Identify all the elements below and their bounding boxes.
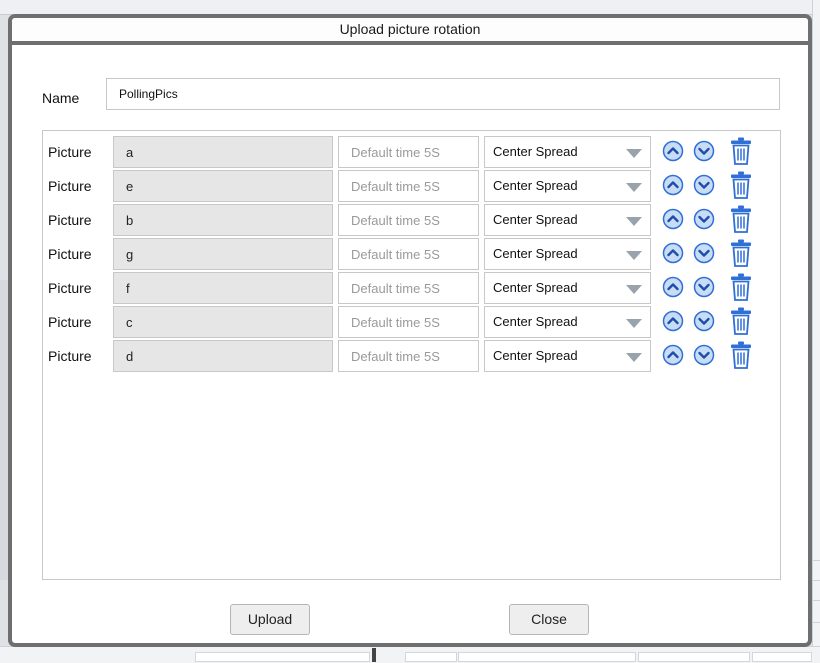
background-app-edge [0,280,8,580]
trash-icon[interactable] [730,340,752,370]
transition-mode-value: Center Spread [493,144,578,159]
transition-mode-value: Center Spread [493,246,578,261]
background-divider [812,622,820,623]
picture-row-label: Picture [48,144,92,160]
dropdown-triangle-icon[interactable] [626,319,642,328]
transition-mode-value: Center Spread [493,178,578,193]
chevron-up-circle-icon[interactable] [662,310,684,332]
background-cell [195,652,370,662]
picture-row: Picture b Default time 5S Center Spread [43,204,780,236]
picture-row: Picture g Default time 5S Center Spread [43,238,780,270]
chevron-down-circle-icon[interactable] [693,310,715,332]
trash-icon[interactable] [730,136,752,166]
display-time-input[interactable]: Default time 5S [338,136,479,168]
picture-name-field[interactable]: c [113,306,333,338]
background-divider [812,580,820,581]
trash-icon[interactable] [730,170,752,200]
picture-list-panel: Picture a Default time 5S Center Spread … [42,130,781,580]
transition-mode-value: Center Spread [493,314,578,329]
picture-row: Picture c Default time 5S Center Spread [43,306,780,338]
chevron-up-circle-icon[interactable] [662,174,684,196]
transition-mode-select[interactable]: Center Spread [484,204,651,236]
background-app-side [812,0,820,662]
transition-mode-select[interactable]: Center Spread [484,136,651,168]
dropdown-triangle-icon[interactable] [626,183,642,192]
background-divider [812,560,820,561]
display-time-input[interactable]: Default time 5S [338,272,479,304]
transition-mode-value: Center Spread [493,348,578,363]
background-cell [752,652,812,662]
background-cell [458,652,636,662]
dropdown-triangle-icon[interactable] [626,353,642,362]
background-cell [405,652,457,662]
trash-icon[interactable] [730,238,752,268]
picture-row: Picture a Default time 5S Center Spread [43,136,780,168]
chevron-down-circle-icon[interactable] [693,276,715,298]
transition-mode-select[interactable]: Center Spread [484,340,651,372]
dropdown-triangle-icon[interactable] [626,285,642,294]
upload-picture-rotation-dialog: Upload picture rotation Name PollingPics… [8,14,812,647]
trash-icon[interactable] [730,272,752,302]
chevron-down-circle-icon[interactable] [693,344,715,366]
trash-icon[interactable] [730,306,752,336]
picture-row: Picture d Default time 5S Center Spread [43,340,780,372]
picture-name-field[interactable]: f [113,272,333,304]
dropdown-triangle-icon[interactable] [626,251,642,260]
picture-row-label: Picture [48,246,92,262]
chevron-down-circle-icon[interactable] [693,174,715,196]
chevron-up-circle-icon[interactable] [662,344,684,366]
picture-row: Picture e Default time 5S Center Spread [43,170,780,202]
chevron-up-circle-icon[interactable] [662,208,684,230]
picture-name-field[interactable]: a [113,136,333,168]
chevron-down-circle-icon[interactable] [693,140,715,162]
transition-mode-value: Center Spread [493,212,578,227]
picture-row: Picture f Default time 5S Center Spread [43,272,780,304]
display-time-input[interactable]: Default time 5S [338,238,479,270]
transition-mode-select[interactable]: Center Spread [484,170,651,202]
display-time-input[interactable]: Default time 5S [338,204,479,236]
transition-mode-select[interactable]: Center Spread [484,238,651,270]
picture-row-label: Picture [48,212,92,228]
background-divider [812,600,820,601]
background-divider [372,648,376,662]
trash-icon[interactable] [730,204,752,234]
chevron-down-circle-icon[interactable] [693,208,715,230]
dialog-title: Upload picture rotation [12,18,808,45]
chevron-up-circle-icon[interactable] [662,276,684,298]
picture-name-field[interactable]: d [113,340,333,372]
name-label: Name [42,90,80,106]
transition-mode-value: Center Spread [493,280,578,295]
chevron-up-circle-icon[interactable] [662,140,684,162]
picture-row-label: Picture [48,348,92,364]
chevron-down-circle-icon[interactable] [693,242,715,264]
name-input[interactable]: PollingPics [106,78,780,110]
display-time-input[interactable]: Default time 5S [338,340,479,372]
dropdown-triangle-icon[interactable] [626,217,642,226]
dropdown-triangle-icon[interactable] [626,149,642,158]
transition-mode-select[interactable]: Center Spread [484,272,651,304]
picture-row-label: Picture [48,280,92,296]
picture-name-field[interactable]: e [113,170,333,202]
display-time-input[interactable]: Default time 5S [338,306,479,338]
chevron-up-circle-icon[interactable] [662,242,684,264]
transition-mode-select[interactable]: Center Spread [484,306,651,338]
display-time-input[interactable]: Default time 5S [338,170,479,202]
picture-name-field[interactable]: g [113,238,333,270]
upload-button[interactable]: Upload [230,604,310,635]
picture-row-label: Picture [48,314,92,330]
background-app-header [0,0,820,15]
picture-name-field[interactable]: b [113,204,333,236]
picture-row-label: Picture [48,178,92,194]
close-button[interactable]: Close [509,604,589,635]
background-cell [638,652,750,662]
